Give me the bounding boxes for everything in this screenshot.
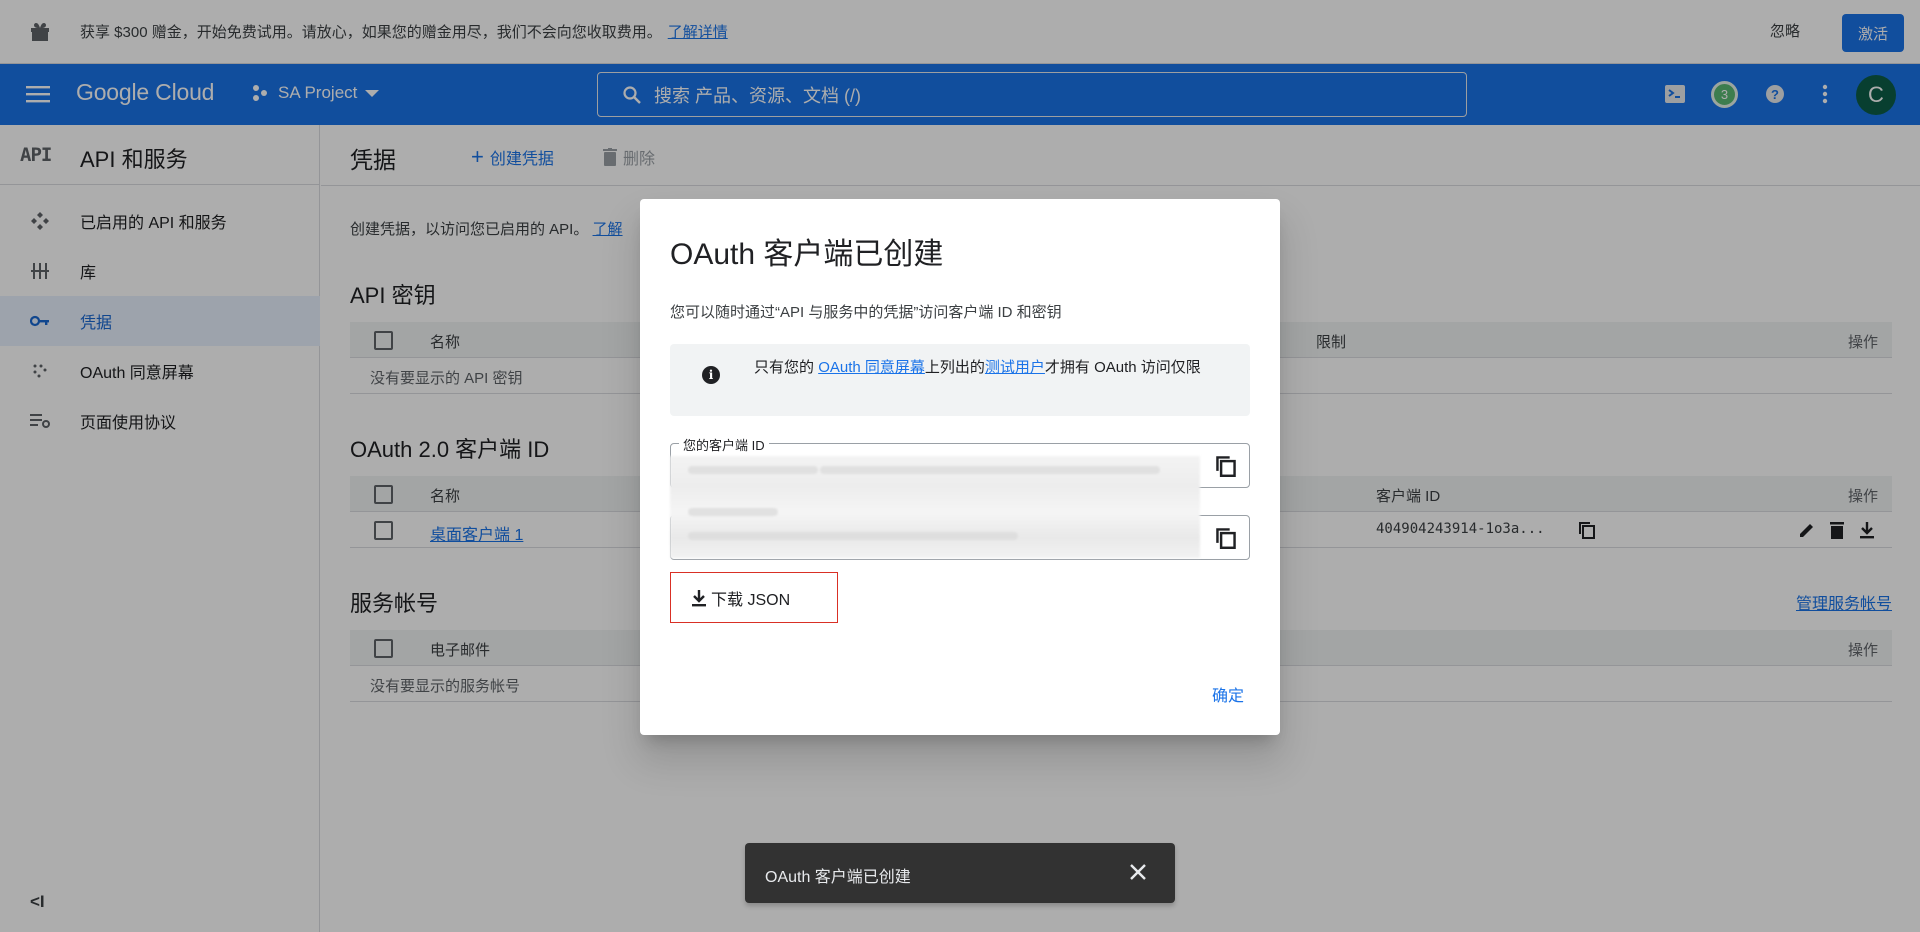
info-suffix: 才拥有 OAuth 访问仅限 [1044, 359, 1201, 376]
consent-screen-link[interactable]: OAuth 同意屏幕 [818, 359, 925, 376]
confirm-button[interactable]: 确定 [1212, 682, 1244, 706]
info-middle: 上列出的 [924, 359, 985, 376]
snackbar-text: OAuth 客户端已创建 [765, 869, 911, 886]
copy-icon[interactable] [1215, 455, 1237, 477]
oauth-created-dialog: OAuth 客户端已创建 您可以随时通过“API 与服务中的凭据”访问客户端 I… [640, 199, 1280, 735]
download-label: 下载 JSON [711, 591, 791, 609]
dialog-subtitle: 您可以随时通过“API 与服务中的凭据”访问客户端 ID 和密钥 [670, 304, 1062, 321]
client-id-label: 您的客户端 ID [679, 435, 769, 454]
copy-icon[interactable] [1215, 527, 1237, 549]
test-users-link[interactable]: 测试用户 [985, 359, 1045, 376]
download-icon [692, 589, 706, 606]
info-notice: i 只有您的 OAuth 同意屏幕上列出的测试用户才拥有 OAuth 访问仅限 [670, 344, 1250, 416]
redacted-credentials [670, 456, 1200, 558]
info-icon: i [702, 366, 720, 384]
info-prefix: 只有您的 [754, 359, 815, 376]
info-text: 只有您的 OAuth 同意屏幕上列出的测试用户才拥有 OAuth 访问仅限 [754, 356, 1234, 380]
snackbar: OAuth 客户端已创建 [745, 843, 1175, 903]
download-json-button[interactable]: 下载 JSON [670, 572, 838, 623]
close-icon[interactable] [1127, 861, 1149, 883]
dialog-title: OAuth 客户端已创建 [670, 238, 944, 271]
